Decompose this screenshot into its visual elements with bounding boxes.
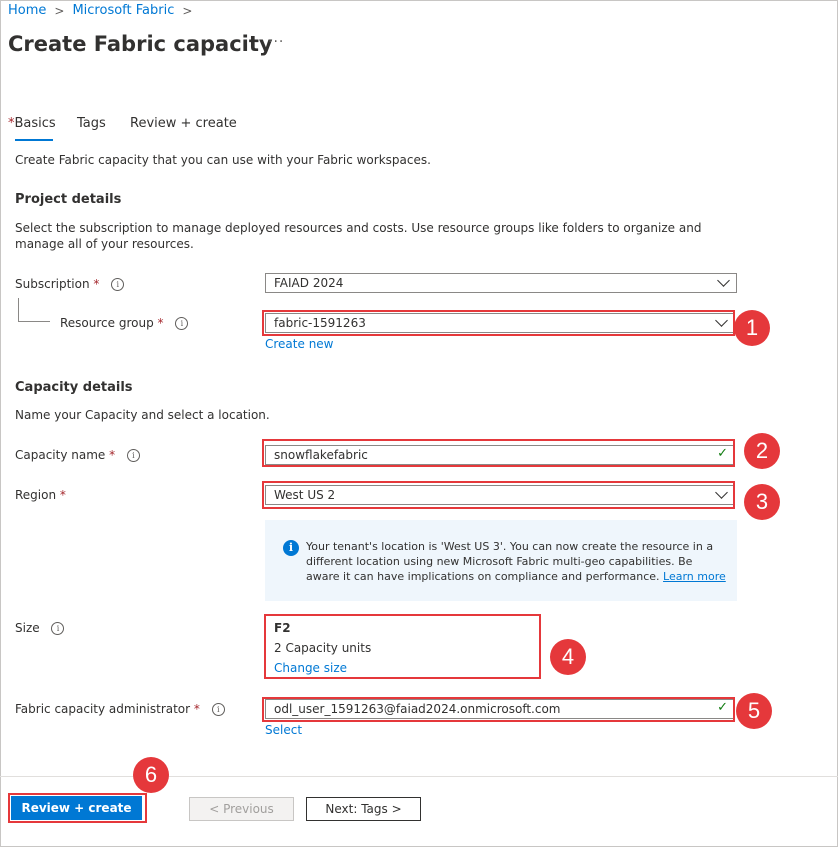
next-tags-button[interactable]: Next: Tags > bbox=[306, 797, 421, 821]
chevron-right-icon: > bbox=[182, 3, 193, 18]
step-badge-3: 3 bbox=[744, 484, 780, 520]
subscription-dropdown[interactable]: FAIAD 2024 bbox=[265, 273, 737, 293]
chevron-right-icon: > bbox=[54, 3, 65, 18]
project-details-description: Select the subscription to manage deploy… bbox=[15, 221, 702, 251]
info-icon[interactable]: i bbox=[126, 449, 140, 462]
breadcrumb-microsoft-fabric[interactable]: Microsoft Fabric bbox=[72, 3, 174, 18]
info-icon[interactable]: i bbox=[211, 703, 225, 716]
admin-label: Fabric capacity administrator * i bbox=[15, 702, 225, 716]
tab-basics-label: Basics bbox=[14, 116, 56, 131]
highlight-box bbox=[8, 793, 147, 823]
capacity-name-label: Capacity name * i bbox=[15, 448, 140, 462]
info-icon: i bbox=[283, 540, 299, 556]
page-title: Create Fabric capacity bbox=[8, 32, 273, 56]
info-icon[interactable]: i bbox=[51, 622, 65, 635]
size-label: Size i bbox=[15, 621, 65, 635]
select-admin-link[interactable]: Select bbox=[265, 723, 302, 737]
intro-text: Create Fabric capacity that you can use … bbox=[15, 153, 431, 167]
subscription-label: Subscription * i bbox=[15, 277, 125, 291]
tab-tags[interactable]: Tags bbox=[77, 116, 106, 131]
location-info-text: Your tenant's location is 'West US 3'. Y… bbox=[306, 540, 726, 583]
previous-button[interactable]: < Previous bbox=[189, 797, 294, 821]
highlight-box bbox=[262, 439, 735, 467]
highlight-box bbox=[262, 481, 735, 509]
resource-group-label: Resource group * i bbox=[60, 316, 189, 330]
create-new-link[interactable]: Create new bbox=[265, 337, 334, 351]
highlight-box bbox=[262, 310, 735, 336]
location-info-banner: i Your tenant's location is 'West US 3'.… bbox=[265, 520, 737, 601]
region-label: Region * bbox=[15, 488, 66, 502]
highlight-box bbox=[264, 614, 541, 679]
tab-review-create[interactable]: Review + create bbox=[130, 116, 237, 131]
step-badge-6: 6 bbox=[133, 757, 169, 793]
tree-connector bbox=[18, 298, 19, 321]
tab-basics[interactable]: *Basics bbox=[8, 116, 56, 131]
more-options-icon[interactable]: ··· bbox=[268, 34, 284, 50]
capacity-details-description: Name your Capacity and select a location… bbox=[15, 408, 270, 422]
step-badge-4: 4 bbox=[550, 639, 586, 675]
active-tab-indicator bbox=[15, 139, 53, 141]
learn-more-link[interactable]: Learn more bbox=[663, 570, 726, 583]
step-badge-2: 2 bbox=[744, 433, 780, 469]
footer-divider bbox=[0, 776, 838, 777]
breadcrumb-home[interactable]: Home bbox=[8, 3, 46, 18]
breadcrumb: Home > Microsoft Fabric > bbox=[8, 3, 192, 18]
highlight-box bbox=[262, 697, 735, 722]
capacity-details-heading: Capacity details bbox=[15, 380, 133, 395]
info-icon[interactable]: i bbox=[175, 317, 189, 330]
info-icon[interactable]: i bbox=[111, 278, 125, 291]
chevron-down-icon bbox=[717, 274, 730, 287]
tree-connector bbox=[18, 321, 50, 322]
step-badge-1: 1 bbox=[734, 310, 770, 346]
step-badge-5: 5 bbox=[736, 693, 772, 729]
project-details-heading: Project details bbox=[15, 192, 122, 207]
